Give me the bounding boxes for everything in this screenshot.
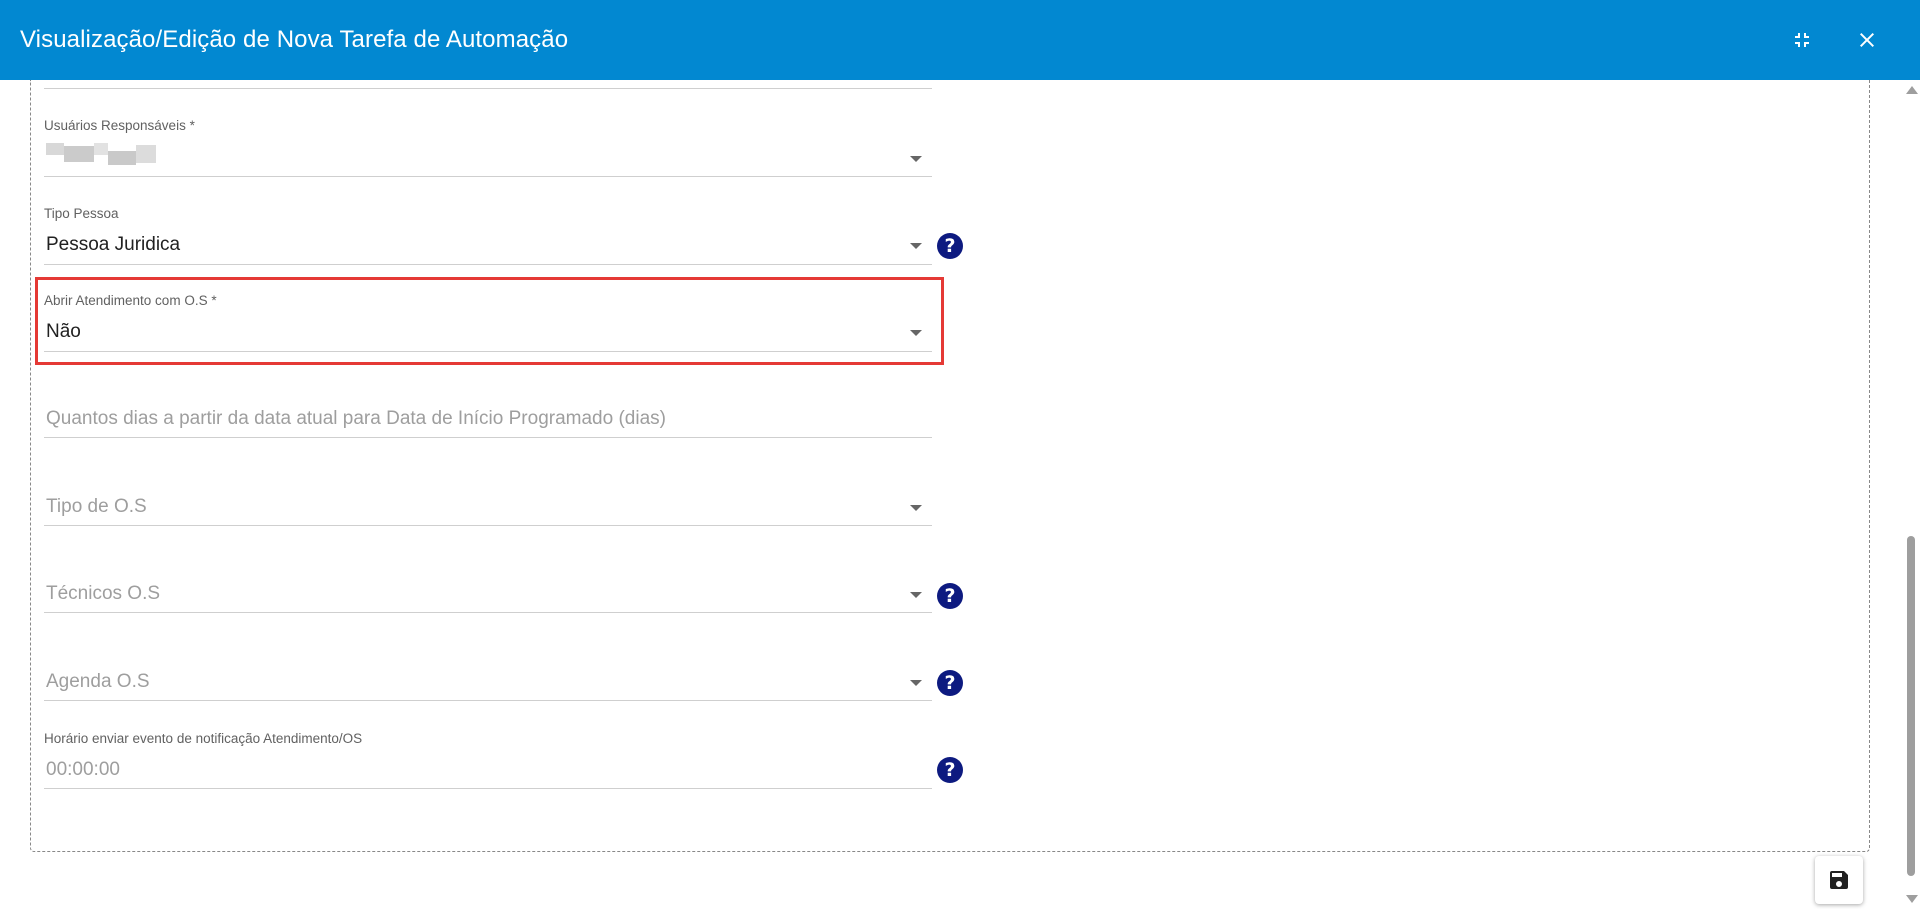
dropdown-arrow-icon [910, 330, 922, 336]
usuarios-responsaveis-label: Usuários Responsáveis * [44, 118, 195, 133]
dropdown-arrow-icon [910, 505, 922, 511]
tipo-os-select[interactable]: Tipo de O.S [44, 496, 932, 528]
tipo-os-placeholder: Tipo de O.S [46, 496, 147, 517]
field-cut-off [44, 80, 932, 90]
agenda-os-select[interactable]: Agenda O.S [44, 671, 932, 703]
tipo-pessoa-label: Tipo Pessoa [44, 206, 119, 221]
help-icon[interactable]: ? [937, 757, 963, 783]
horario-notificacao-value: 00:00:00 [46, 759, 120, 780]
vertical-scrollbar[interactable] [1902, 80, 1920, 909]
abrir-atendimento-os-label: Abrir Atendimento com O.S * [44, 293, 217, 308]
abrir-atendimento-os-value: Não [46, 321, 81, 342]
dias-inicio-programado-placeholder: Quantos dias a partir da data atual para… [46, 408, 666, 429]
close-icon [1860, 33, 1874, 47]
scroll-down-icon[interactable] [1906, 895, 1918, 903]
close-button[interactable] [1847, 20, 1887, 60]
redacted-value [46, 143, 156, 171]
usuarios-responsaveis-select[interactable]: Usuários Responsáveis * [44, 118, 932, 178]
dropdown-arrow-icon [910, 592, 922, 598]
tipo-pessoa-value: Pessoa Juridica [46, 234, 181, 255]
dropdown-arrow-icon [910, 680, 922, 686]
tecnicos-os-placeholder: Técnicos O.S [46, 583, 161, 604]
tipo-pessoa-select[interactable]: Tipo Pessoa Pessoa Juridica [44, 206, 932, 266]
dropdown-arrow-icon [910, 156, 922, 162]
exit-fullscreen-button[interactable] [1782, 20, 1822, 60]
help-icon[interactable]: ? [937, 583, 963, 609]
help-icon[interactable]: ? [937, 233, 963, 259]
dias-inicio-programado-input[interactable]: Quantos dias a partir da data atual para… [44, 408, 932, 440]
help-icon[interactable]: ? [937, 670, 963, 696]
dialog-header: Visualização/Edição de Nova Tarefa de Au… [0, 0, 1920, 80]
scroll-thumb[interactable] [1907, 536, 1915, 876]
agenda-os-placeholder: Agenda O.S [46, 671, 150, 692]
save-icon [1830, 871, 1848, 889]
scroll-up-icon[interactable] [1906, 86, 1918, 94]
horario-notificacao-label: Horário enviar evento de notificação Ate… [44, 731, 363, 746]
fullscreen-exit-icon [1795, 33, 1809, 47]
horario-notificacao-input[interactable]: Horário enviar evento de notificação Ate… [44, 731, 932, 791]
dialog-title: Visualização/Edição de Nova Tarefa de Au… [20, 26, 569, 53]
abrir-atendimento-os-select[interactable]: Abrir Atendimento com O.S * Não [44, 293, 932, 353]
save-button[interactable] [1815, 856, 1863, 904]
tecnicos-os-select[interactable]: Técnicos O.S [44, 583, 932, 615]
dropdown-arrow-icon [910, 243, 922, 249]
